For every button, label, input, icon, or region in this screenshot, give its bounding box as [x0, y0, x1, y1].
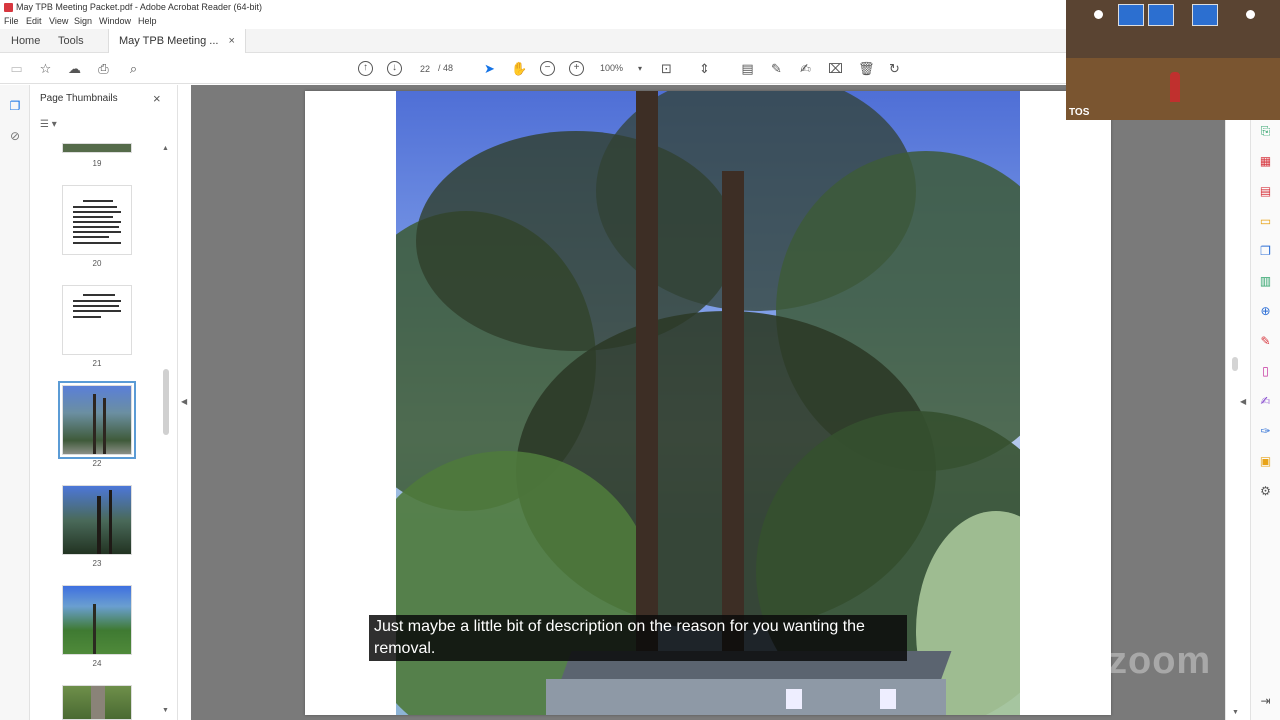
zoom-out-icon[interactable]: − [540, 61, 555, 76]
thumbnail-options-icon[interactable]: ☰ ▾ [40, 119, 57, 130]
panel-close-icon[interactable]: × [153, 91, 161, 106]
previous-page-icon[interactable]: ↑ [358, 61, 373, 76]
menu-window[interactable]: Window [99, 16, 131, 26]
window-title: May TPB Meeting Packet.pdf - Adobe Acrob… [16, 2, 262, 12]
toolbar: ▭ ☆ ☁ ⎙ ⌕ ↑ ↓ 22 / 48 ➤ ✋ − + 100% ▾ ⊡ ⇕… [0, 53, 1066, 84]
video-room-screen [1118, 4, 1144, 26]
video-room-light [1094, 10, 1103, 19]
menu-file[interactable]: File [4, 16, 19, 26]
thumbnail-label-23: 23 [92, 559, 102, 568]
fill-sign-icon[interactable]: ⌧ [828, 61, 843, 76]
collapse-left-panel-icon[interactable]: ◀ [181, 397, 187, 406]
combine-files-icon[interactable]: ❐ [1258, 244, 1273, 259]
thumbnail-scrollbar[interactable]: ▲ ▼ [162, 145, 169, 715]
video-room-screen [1148, 4, 1174, 26]
menu-view[interactable]: View [49, 16, 68, 26]
zoom-in-icon[interactable]: + [569, 61, 584, 76]
zoom-level-select[interactable]: 100% ▾ [600, 61, 644, 76]
page-number-input[interactable]: 22 [414, 61, 436, 76]
hand-tool-icon[interactable]: ✋ [511, 61, 527, 76]
tab-home[interactable]: Home [11, 29, 40, 53]
attachments-paperclip-icon[interactable]: ⊘ [8, 129, 22, 143]
document-scrollbar[interactable]: ▼ [1225, 85, 1250, 720]
video-speaker [1170, 72, 1180, 102]
highlight-pen-icon[interactable]: ✎ [769, 61, 784, 76]
scroll-down-icon[interactable]: ▼ [162, 707, 169, 714]
chevron-down-icon: ▾ [637, 64, 642, 73]
menu-help[interactable]: Help [138, 16, 157, 26]
upload-cloud-icon[interactable]: ☁ [67, 61, 82, 76]
left-navigation-rail: ❐ ⊘ [0, 85, 30, 720]
thumbnail-label-20: 20 [92, 259, 102, 268]
save-icon[interactable]: ▭ [9, 61, 24, 76]
scroll-mode-icon[interactable]: ⇕ [697, 61, 712, 76]
expand-rail-icon[interactable]: ⇥ [1258, 694, 1273, 709]
organize-pages-icon[interactable]: ▥ [1258, 274, 1273, 289]
tab-document-label: May TPB Meeting ... [119, 35, 219, 47]
sign-icon[interactable]: ✍ [798, 61, 813, 76]
select-cursor-icon[interactable]: ➤ [482, 61, 497, 76]
delete-trash-icon[interactable]: 🗑 [858, 61, 875, 76]
menu-bar: File Edit View Sign Window Help [0, 15, 1066, 29]
acrobat-app-icon [4, 3, 13, 12]
live-caption: Just maybe a little bit of description o… [369, 615, 907, 661]
scroll-down-icon[interactable]: ▼ [1232, 709, 1239, 716]
thumbnail-page-24[interactable] [62, 585, 132, 655]
thumbnail-page-21[interactable] [62, 285, 132, 355]
next-page-icon[interactable]: ↓ [387, 61, 402, 76]
video-room-light [1246, 10, 1255, 19]
zoom-watermark: zoom [1108, 640, 1212, 682]
customize-tools-icon[interactable]: ⚙ [1258, 484, 1273, 499]
find-magnifier-icon[interactable]: ⌕ [126, 61, 141, 76]
page-thumbnails-panel: Page Thumbnails × ☰ ▾ 19 20 21 22 23 24 … [30, 85, 178, 720]
thumbnail-label-22: 22 [92, 459, 102, 468]
page-total: / 48 [438, 63, 454, 73]
export-pdf-icon[interactable]: ⎘ [1258, 124, 1273, 139]
create-pdf-icon[interactable]: ▦ [1258, 154, 1273, 169]
compress-icon[interactable]: ⊕ [1258, 304, 1273, 319]
bookmark-star-icon[interactable]: ☆ [38, 61, 53, 76]
rotate-icon[interactable]: ↻ [887, 61, 902, 76]
title-bar: May TPB Meeting Packet.pdf - Adobe Acrob… [0, 0, 1066, 15]
thumbnail-page-22[interactable] [58, 381, 136, 459]
fill-sign-tool-icon[interactable]: ✍ [1258, 394, 1273, 409]
right-tools-rail: ⎘ ▦ ▤ ▭ ❐ ▥ ⊕ ✎ ▯ ✍ ✑ ▣ ⚙ ⇥ [1250, 120, 1280, 720]
participant-name-label: TOS [1069, 107, 1090, 118]
comment-tool-icon[interactable]: ▭ [1258, 214, 1273, 229]
page-fit-icon[interactable]: ⊡ [659, 61, 674, 76]
comment-icon[interactable]: ▤ [740, 61, 755, 76]
video-room-screen [1192, 4, 1218, 26]
tab-tools[interactable]: Tools [58, 29, 84, 53]
video-participant-tile[interactable]: TOS [1066, 0, 1280, 120]
document-scroll-thumb[interactable] [1232, 357, 1238, 371]
protect-icon[interactable]: ▯ [1258, 364, 1273, 379]
tab-close-icon[interactable]: × [228, 35, 234, 47]
zoom-level-value: 100% [600, 63, 624, 73]
thumbnail-page-23[interactable] [62, 485, 132, 555]
page-thumbnails-icon[interactable]: ❐ [8, 99, 22, 113]
tab-document[interactable]: May TPB Meeting ... × [108, 29, 246, 53]
tab-bar: Home Tools May TPB Meeting ... × [0, 29, 1066, 53]
thumbnail-page-25[interactable] [62, 685, 132, 720]
collapse-right-panel-icon[interactable]: ◀ [1240, 397, 1246, 406]
thumbnail-label-21: 21 [92, 359, 102, 368]
panel-title: Page Thumbnails [40, 93, 118, 104]
scroll-up-icon[interactable]: ▲ [162, 145, 169, 152]
thumbnail-page-20[interactable] [62, 185, 132, 255]
edit-pdf-icon[interactable]: ▤ [1258, 184, 1273, 199]
request-signature-icon[interactable]: ✑ [1258, 424, 1273, 439]
thumbnail-page-19[interactable] [62, 143, 132, 153]
print-icon[interactable]: ⎙ [96, 61, 111, 76]
menu-sign[interactable]: Sign [74, 16, 92, 26]
menu-edit[interactable]: Edit [26, 16, 42, 26]
more-tools-icon[interactable]: ▣ [1258, 454, 1273, 469]
thumbnail-scroll-thumb[interactable] [163, 369, 169, 435]
redact-icon[interactable]: ✎ [1258, 334, 1273, 349]
thumbnail-label-19: 19 [92, 159, 102, 168]
thumbnail-label-24: 24 [92, 659, 102, 668]
